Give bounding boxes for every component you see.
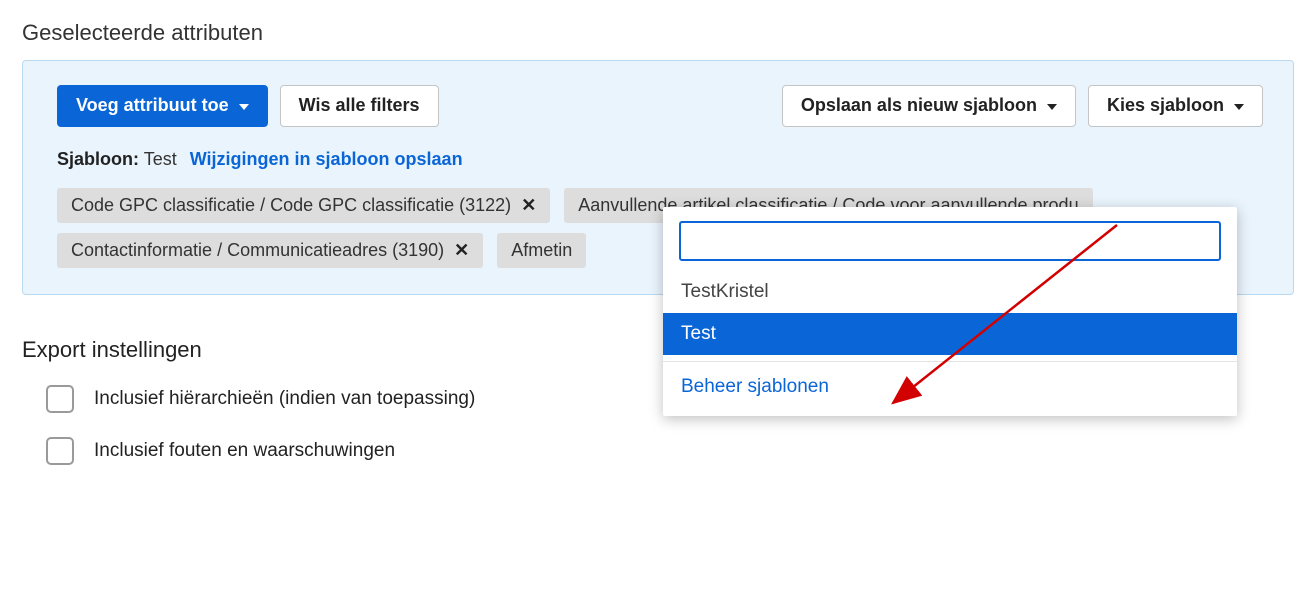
clear-filters-button[interactable]: Wis alle filters	[280, 85, 439, 127]
remove-chip-icon[interactable]: ✕	[454, 241, 469, 259]
errors-checkbox[interactable]	[46, 437, 74, 465]
selected-attributes-heading: Geselecteerde attributen	[22, 20, 1294, 46]
attribute-chip[interactable]: Code GPC classificatie / Code GPC classi…	[57, 188, 550, 223]
template-option[interactable]: TestKristel	[663, 271, 1237, 313]
choose-template-button[interactable]: Kies sjabloon	[1088, 85, 1263, 127]
template-label: Sjabloon:	[57, 149, 139, 169]
caret-down-icon	[239, 104, 249, 110]
manage-templates-link[interactable]: Beheer sjablonen	[663, 362, 1237, 416]
hierarchies-checkbox[interactable]	[46, 385, 74, 413]
chip-label: Code GPC classificatie / Code GPC classi…	[71, 195, 511, 216]
save-as-new-template-label: Opslaan als nieuw sjabloon	[801, 95, 1037, 117]
choose-template-dropdown: TestKristel Test Beheer sjablonen	[663, 207, 1237, 416]
save-template-changes-link[interactable]: Wijzigingen in sjabloon opslaan	[190, 149, 463, 169]
chip-label: Afmetin	[511, 240, 572, 261]
toolbar: Voeg attribuut toe Wis alle filters Opsl…	[57, 85, 1263, 127]
add-attribute-label: Voeg attribuut toe	[76, 95, 229, 117]
choose-template-label: Kies sjabloon	[1107, 95, 1224, 117]
errors-label: Inclusief fouten en waarschuwingen	[94, 440, 395, 462]
add-attribute-button[interactable]: Voeg attribuut toe	[57, 85, 268, 127]
template-name: Test	[144, 149, 177, 169]
save-as-new-template-button[interactable]: Opslaan als nieuw sjabloon	[782, 85, 1076, 127]
template-line: Sjabloon: Test Wijzigingen in sjabloon o…	[57, 149, 1263, 170]
attributes-panel: Voeg attribuut toe Wis alle filters Opsl…	[22, 60, 1294, 295]
chip-label: Contactinformatie / Communicatieadres (3…	[71, 240, 444, 261]
remove-chip-icon[interactable]: ✕	[521, 196, 536, 214]
clear-filters-label: Wis alle filters	[299, 95, 420, 117]
hierarchies-label: Inclusief hiërarchieën (indien van toepa…	[94, 388, 475, 410]
template-option-selected[interactable]: Test	[663, 313, 1237, 355]
template-search-input[interactable]	[679, 221, 1221, 261]
caret-down-icon	[1234, 104, 1244, 110]
attribute-chip[interactable]: Contactinformatie / Communicatieadres (3…	[57, 233, 483, 268]
caret-down-icon	[1047, 104, 1057, 110]
attribute-chip[interactable]: Afmetin	[497, 233, 586, 268]
export-option-row: Inclusief fouten en waarschuwingen	[46, 437, 1294, 465]
